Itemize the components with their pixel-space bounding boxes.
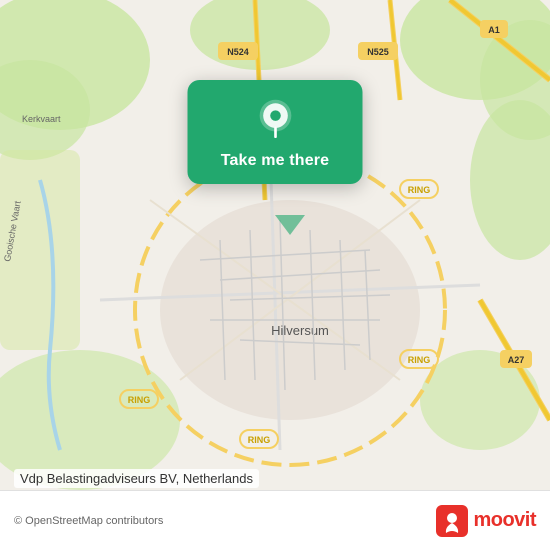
moovit-logo-icon <box>436 505 468 537</box>
svg-text:RING: RING <box>128 395 151 405</box>
svg-text:RING: RING <box>408 185 431 195</box>
take-me-there-label: Take me there <box>221 152 330 170</box>
map-svg: N524 N525 A1 A27 RING RING RING RING Hil… <box>0 0 550 490</box>
svg-text:N524: N524 <box>227 47 249 57</box>
svg-text:A27: A27 <box>508 355 525 365</box>
svg-text:Hilversum: Hilversum <box>271 323 329 338</box>
location-name: Vdp Belastingadviseurs BV, Netherlands <box>14 469 259 488</box>
bottom-bar: © OpenStreetMap contributors moovit <box>0 490 550 550</box>
svg-text:N525: N525 <box>367 47 389 57</box>
take-me-there-card[interactable]: Take me there <box>188 80 363 184</box>
svg-text:A1: A1 <box>488 25 500 35</box>
svg-text:Kerkvaart: Kerkvaart <box>22 114 61 124</box>
pin-icon <box>253 98 297 142</box>
map-container: N524 N525 A1 A27 RING RING RING RING Hil… <box>0 0 550 490</box>
moovit-text: moovit <box>473 509 536 532</box>
moovit-logo[interactable]: moovit <box>436 505 536 537</box>
copyright-text: © OpenStreetMap contributors <box>14 515 436 527</box>
svg-text:RING: RING <box>248 435 271 445</box>
svg-text:RING: RING <box>408 355 431 365</box>
